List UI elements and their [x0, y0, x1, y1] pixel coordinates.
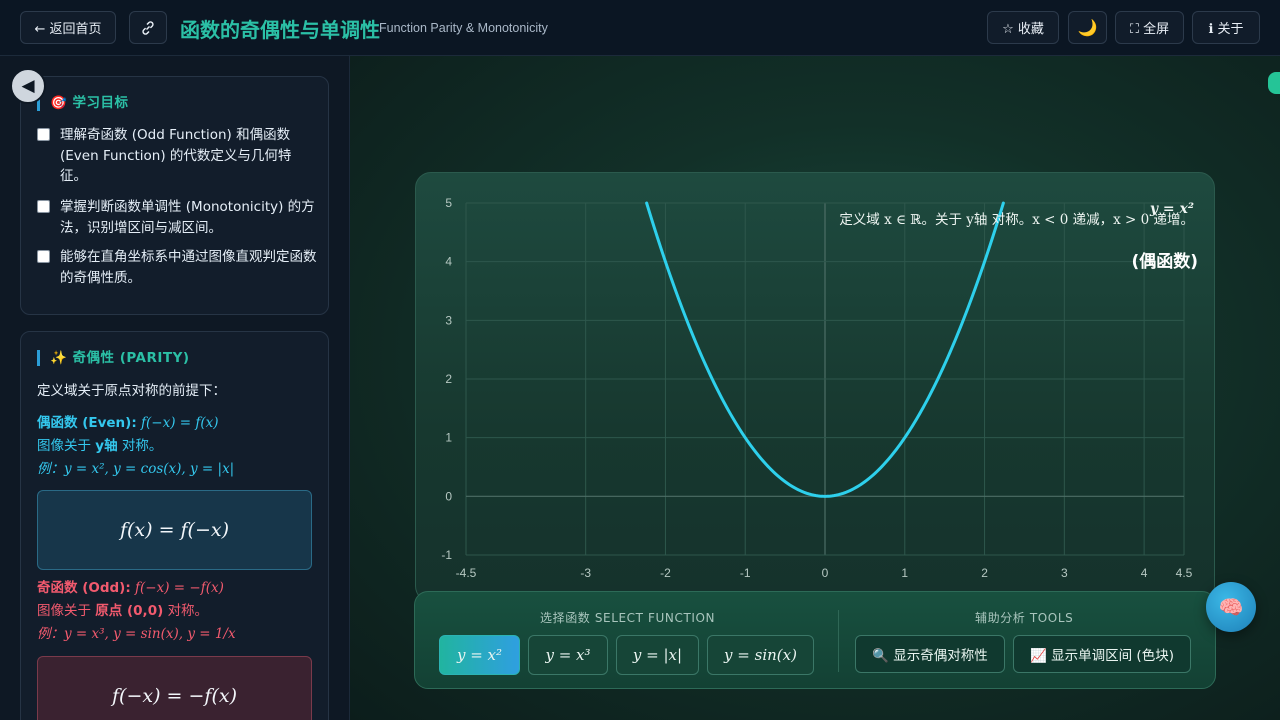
even-examples: 例：y = x², y = cos(x), y = |x| [37, 461, 235, 477]
goal-checkbox[interactable] [37, 128, 50, 141]
x-tick-label: -1 [740, 566, 751, 580]
x-tick-label: 0 [822, 566, 829, 580]
odd-examples: 例：y = x³, y = sin(x), y = 1/x [37, 626, 236, 642]
moon-icon: 🌙 [1077, 18, 1098, 37]
page-subtitle: Function Parity & Monotonicity [379, 21, 548, 35]
x-tick-label: 4.5 [1176, 566, 1193, 580]
even-formula: f(−x) = f(x) [141, 415, 219, 431]
chart-panel: -4.5 -3 -2 -1 0 1 2 3 4 4.5 -1 0 1 2 3 4 5 定义域 x ∈ ℝ。关于 y… [415, 172, 1215, 602]
x-tick-label: 3 [1061, 566, 1068, 580]
x-tick-label: 4 [1141, 566, 1148, 580]
goal-checkbox[interactable] [37, 200, 50, 213]
learning-goals-title: 🎯 学习目标 [37, 95, 129, 111]
x-tick-label: 2 [981, 566, 988, 580]
x-tick-label: 1 [901, 566, 908, 580]
function-overlay-label: y = x² [1149, 201, 1194, 217]
even-definition: 偶函数 (Even): f(−x) = f(x) [37, 412, 219, 435]
controls-panel: 选择函数 SELECT FUNCTION y = x² y = x³ y = |… [414, 591, 1216, 689]
about-button[interactable]: ℹ 关于 [1192, 11, 1260, 44]
sidebar: 🎯 学习目标 理解奇函数 (Odd Function) 和偶函数 (Even F… [0, 56, 350, 720]
odd-formula: f(−x) = −f(x) [135, 580, 224, 596]
y-tick-label: 4 [445, 255, 452, 269]
sidebar-collapse-button[interactable]: ◀ [10, 68, 46, 104]
even-description: 图像关于 y轴 对称。 [37, 435, 162, 458]
function-button-abs-x[interactable]: y = |x| [616, 635, 699, 675]
parity-tag: (偶函数) [1131, 251, 1198, 272]
back-home-button[interactable]: ← 返回首页 [20, 11, 116, 44]
y-tick-label: 5 [445, 196, 452, 210]
odd-formula-box: f(−x) = −f(x) [37, 656, 312, 720]
odd-desc-text: 对称。 [167, 603, 209, 619]
goal-checkbox[interactable] [37, 250, 50, 263]
x-tick-label: -3 [580, 566, 591, 580]
odd-description: 图像关于 原点 (0,0) 对称。 [37, 600, 208, 623]
y-tick-label: 3 [445, 313, 452, 327]
even-label: 偶函数 (Even): [37, 415, 137, 431]
select-function-label: 选择函数 SELECT FUNCTION [540, 611, 716, 625]
odd-desc-key: 原点 (0,0) [95, 603, 164, 619]
even-desc-key: y轴 [95, 438, 118, 454]
tools-label: 辅助分析 TOOLS [975, 611, 1074, 625]
link-icon [142, 20, 154, 35]
chevron-left-icon: ◀ [21, 76, 35, 96]
y-tick-label: 1 [445, 431, 452, 445]
even-desc-text: 图像关于 [37, 438, 91, 454]
fullscreen-button[interactable]: ⛶ 全屏 [1115, 11, 1184, 44]
function-graph[interactable]: -4.5 -3 -2 -1 0 1 2 3 4 4.5 -1 0 1 2 3 4 5 定义域 x ∈ ℝ。关于 y… [416, 173, 1216, 603]
goal-text: 掌握判断函数单调性 (Monotonicity) 的方法，识别增区间与减区间。 [60, 199, 315, 236]
function-button-x-cubed[interactable]: y = x³ [528, 635, 608, 675]
page-title: 函数的奇偶性与单调性 [180, 18, 380, 42]
goal-item[interactable]: 掌握判断函数单调性 (Monotonicity) 的方法，识别增区间与减区间。 [37, 197, 329, 238]
main-area: -4.5 -3 -2 -1 0 1 2 3 4 4.5 -1 0 1 2 3 4 5 定义域 x ∈ ℝ。关于 y… [350, 56, 1280, 720]
y-tick-label: 0 [445, 489, 452, 503]
y-tick-label: -1 [441, 548, 452, 562]
y-tick-label: 2 [445, 372, 452, 386]
x-tick-label: -2 [660, 566, 671, 580]
brain-icon: 🧠 [1218, 595, 1244, 619]
side-panel-tab[interactable] [1268, 72, 1280, 94]
show-monotonic-intervals-button[interactable]: 📈 显示单调区间 (色块) [1013, 635, 1191, 673]
goal-item[interactable]: 理解奇函数 (Odd Function) 和偶函数 (Even Function… [37, 125, 317, 187]
odd-desc-text: 图像关于 [37, 603, 91, 619]
function-button-sin-x[interactable]: y = sin(x) [707, 635, 814, 675]
ai-assistant-button[interactable]: 🧠 [1206, 582, 1256, 632]
parity-title: ✨ 奇偶性 (PARITY) [37, 350, 190, 366]
odd-label: 奇函数 (Odd): [37, 580, 131, 596]
even-formula-box: f(x) = f(−x) [37, 490, 312, 570]
learning-goals-card: 🎯 学习目标 理解奇函数 (Odd Function) 和偶函数 (Even F… [20, 76, 329, 315]
x-tick-label: -4.5 [456, 566, 477, 580]
favorite-button[interactable]: ☆ 收藏 [987, 11, 1059, 44]
link-button[interactable] [129, 11, 167, 44]
graph-annotation: 定义域 x ∈ ℝ。关于 y轴 对称。x < 0 递减，x > 0 递增。 [839, 212, 1194, 228]
odd-definition: 奇函数 (Odd): f(−x) = −f(x) [37, 577, 224, 600]
show-parity-button[interactable]: 🔍 显示奇偶对称性 [855, 635, 1005, 673]
controls-divider [838, 610, 839, 672]
goal-text: 能够在直角坐标系中通过图像直观判定函数的奇偶性质。 [60, 249, 317, 286]
function-button-x-squared[interactable]: y = x² [439, 635, 520, 675]
parity-intro: 定义域关于原点对称的前提下： [37, 383, 226, 399]
top-bar: ← 返回首页 函数的奇偶性与单调性 Function Parity & Mono… [0, 0, 1280, 56]
goal-item[interactable]: 能够在直角坐标系中通过图像直观判定函数的奇偶性质。 [37, 247, 317, 288]
parity-card: ✨ 奇偶性 (PARITY) 定义域关于原点对称的前提下： 偶函数 (Even)… [20, 331, 329, 720]
even-desc-text: 对称。 [121, 438, 163, 454]
goal-text: 理解奇函数 (Odd Function) 和偶函数 (Even Function… [60, 127, 292, 184]
theme-toggle-button[interactable]: 🌙 [1068, 11, 1107, 44]
